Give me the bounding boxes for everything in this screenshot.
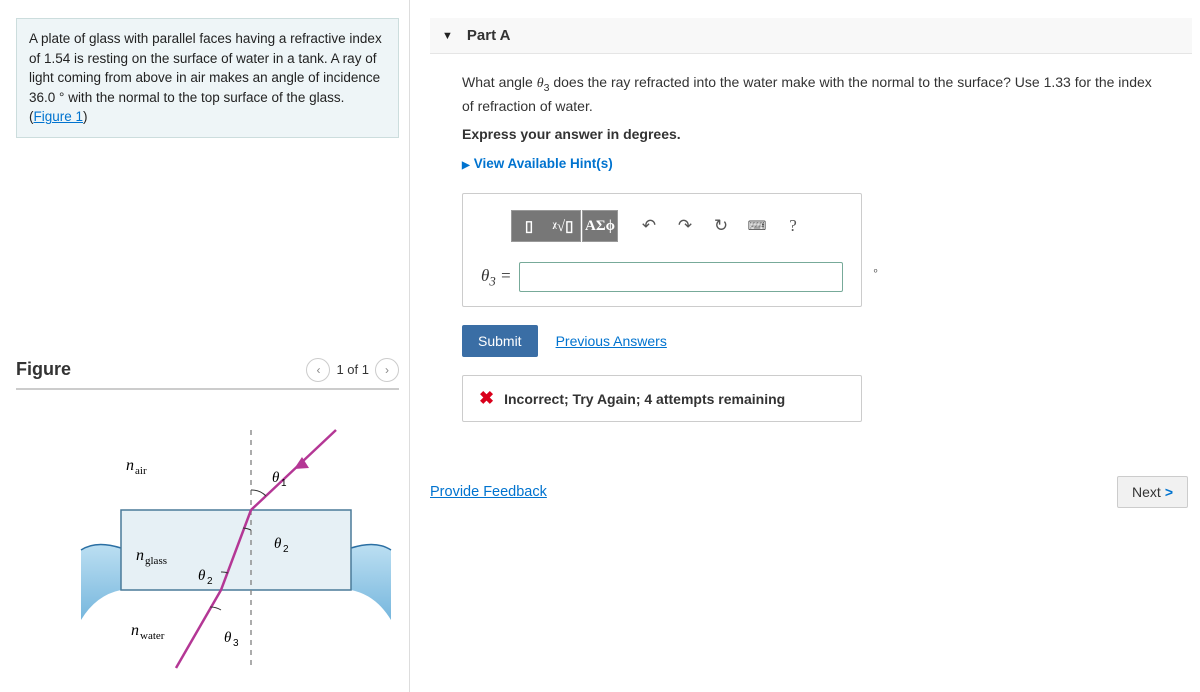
collapse-icon: ▼	[442, 30, 453, 42]
svg-text:2: 2	[283, 544, 289, 555]
svg-text:n: n	[136, 547, 144, 564]
part-header[interactable]: ▼ Part A	[430, 18, 1192, 54]
svg-text:1: 1	[281, 478, 287, 489]
next-button[interactable]: Next >	[1117, 476, 1188, 508]
next-label: Next	[1132, 484, 1161, 500]
svg-text:2: 2	[207, 576, 213, 587]
figure-pager: ‹ 1 of 1 ›	[306, 358, 399, 382]
svg-text:n: n	[126, 457, 134, 474]
figure-page-indicator: 1 of 1	[336, 362, 369, 377]
figure-next-button[interactable]: ›	[375, 358, 399, 382]
answer-instruction: Express your answer in degrees.	[462, 126, 1156, 142]
svg-text:θ: θ	[198, 568, 206, 584]
redo-button[interactable]: ↷	[668, 211, 702, 241]
chevron-right-icon: >	[1165, 484, 1173, 500]
template-tool[interactable]: ▯	[512, 211, 546, 241]
chevron-right-icon: ▶	[462, 160, 470, 171]
svg-text:glass: glass	[145, 555, 167, 567]
incorrect-icon: ✖	[479, 388, 494, 409]
answer-input[interactable]	[519, 262, 843, 292]
refraction-diagram-svg: n air n glass n water θ1 θ2 θ2 θ3	[76, 420, 396, 680]
part-title: Part A	[467, 27, 511, 44]
answer-variable-label: θ3 =	[481, 266, 511, 289]
svg-text:air: air	[135, 465, 147, 477]
svg-text:n: n	[131, 622, 139, 639]
answer-panel: ▯ ᵡ√▯ ΑΣϕ ↶ ↷ ↻ ⌨ ? θ3 =	[462, 193, 862, 307]
greek-tool[interactable]: ΑΣϕ	[583, 211, 617, 241]
keyboard-button[interactable]: ⌨	[740, 211, 774, 241]
equation-toolbar: ▯ ᵡ√▯ ΑΣϕ ↶ ↷ ↻ ⌨ ?	[511, 210, 843, 242]
help-button[interactable]: ?	[776, 211, 810, 241]
feedback-text: Incorrect; Try Again; 4 attempts remaini…	[504, 391, 785, 407]
svg-text:water: water	[140, 630, 165, 642]
figure-header: Figure ‹ 1 of 1 ›	[16, 358, 399, 390]
hints-label: View Available Hint(s)	[474, 156, 613, 171]
view-hints-link[interactable]: ▶ View Available Hint(s)	[462, 156, 1156, 171]
svg-text:θ: θ	[224, 630, 232, 646]
problem-statement: A plate of glass with parallel faces hav…	[16, 18, 399, 138]
figure-diagram: n air n glass n water θ1 θ2 θ2 θ3	[16, 420, 399, 683]
svg-text:θ: θ	[274, 536, 282, 552]
figure-prev-button[interactable]: ‹	[306, 358, 330, 382]
provide-feedback-link[interactable]: Provide Feedback	[430, 484, 547, 500]
svg-text:3: 3	[233, 638, 239, 649]
root-tool[interactable]: ᵡ√▯	[546, 211, 580, 241]
degree-unit: ∘	[872, 264, 879, 277]
submit-button[interactable]: Submit	[462, 325, 538, 357]
feedback-message: ✖ Incorrect; Try Again; 4 attempts remai…	[462, 375, 862, 422]
problem-text-end: )	[83, 109, 88, 124]
previous-answers-link[interactable]: Previous Answers	[556, 333, 667, 349]
figure-link[interactable]: Figure 1	[34, 109, 84, 124]
undo-button[interactable]: ↶	[632, 211, 666, 241]
question-text: What angle θ3 does the ray refracted int…	[462, 72, 1156, 116]
figure-title: Figure	[16, 359, 71, 380]
reset-button[interactable]: ↻	[704, 211, 738, 241]
svg-text:θ: θ	[272, 470, 280, 486]
